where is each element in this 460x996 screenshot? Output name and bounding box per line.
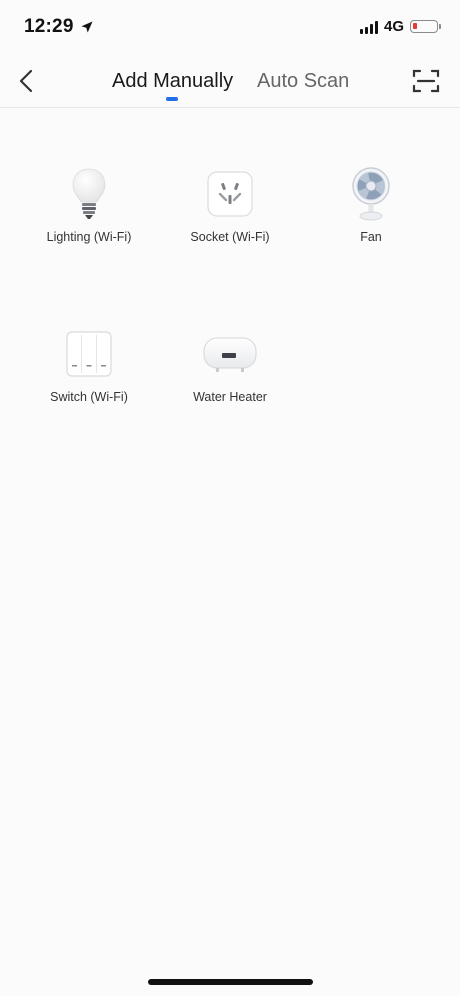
device-fan[interactable]: Fan (311, 166, 431, 276)
network-type: 4G (383, 18, 404, 35)
device-water-heater[interactable]: Water Heater (170, 326, 290, 436)
location-arrow-icon (81, 21, 93, 33)
status-indicators: 4G (359, 18, 441, 35)
tab-auto-scan[interactable]: Auto Scan (257, 70, 349, 93)
wall-switch-icon (61, 326, 117, 382)
device-label: Lighting (Wi-Fi) (46, 230, 132, 244)
device-label: Fan (360, 230, 382, 244)
device-label: Socket (Wi-Fi) (190, 230, 270, 244)
device-switch[interactable]: Switch (Wi-Fi) (29, 326, 149, 436)
tab-add-manually[interactable]: Add Manually (112, 70, 233, 93)
time-label: 12:29 (24, 16, 74, 37)
scan-frame-icon (412, 69, 440, 93)
active-tab-indicator (166, 97, 178, 101)
back-button[interactable] (12, 66, 40, 96)
nav-bar: Add Manually Auto Scan (0, 54, 460, 108)
light-bulb-icon (61, 166, 117, 222)
fan-icon (343, 166, 399, 222)
battery-level (413, 23, 417, 29)
water-heater-icon (202, 326, 258, 382)
home-indicator[interactable] (148, 979, 313, 985)
device-socket[interactable]: Socket (Wi-Fi) (170, 166, 290, 276)
chevron-left-icon (19, 69, 33, 93)
status-time: 12:29 (24, 16, 94, 38)
device-label: Switch (Wi-Fi) (50, 390, 128, 404)
socket-icon (202, 166, 258, 222)
status-bar: 12:29 4G (0, 0, 460, 54)
cellular-signal-icon (359, 20, 378, 34)
scan-button[interactable] (412, 68, 440, 94)
device-label: Water Heater (193, 390, 267, 404)
battery-icon (410, 20, 441, 33)
device-lighting[interactable]: Lighting (Wi-Fi) (29, 166, 149, 276)
